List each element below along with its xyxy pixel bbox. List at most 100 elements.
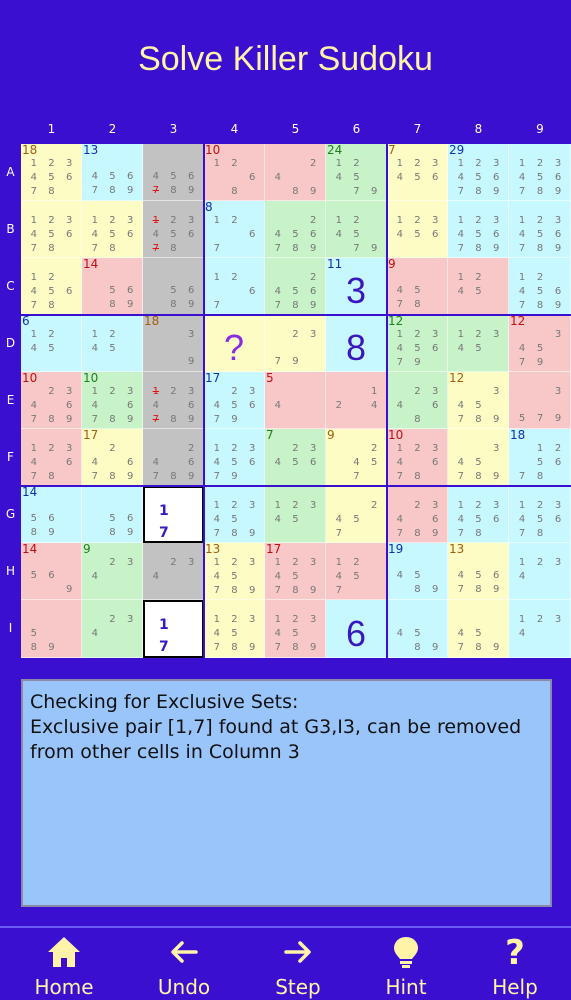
cell-i5[interactable]: 123 45789: [265, 600, 326, 658]
cell-d5[interactable]: 23 79: [265, 315, 326, 372]
cell-b9[interactable]: 123 456 789: [509, 201, 571, 258]
cell-g8[interactable]: 123 456 78: [448, 486, 509, 543]
cell-f4[interactable]: 123 456 79: [204, 429, 265, 486]
cell-a4[interactable]: 10 1 2 6 8: [204, 144, 265, 201]
undo-button[interactable]: Undo: [134, 930, 234, 1000]
candidate: 4: [30, 343, 38, 354]
cell-e9[interactable]: 3 579: [509, 372, 571, 429]
cell-c2[interactable]: 14 5 6 8 9: [82, 258, 143, 315]
cell-a9[interactable]: 123 456 789: [509, 144, 571, 201]
cell-e5[interactable]: 54: [265, 372, 326, 429]
cell-a2[interactable]: 13 4 5 6 7 8 9: [82, 144, 143, 201]
hint-button[interactable]: Hint: [356, 930, 456, 1000]
cell-a7[interactable]: 7123 456: [387, 144, 448, 201]
candidate: 5: [30, 570, 38, 581]
cell-c7[interactable]: 94578: [387, 258, 448, 315]
candidate: 8: [48, 186, 55, 197]
cell-g3[interactable]: 17: [143, 486, 204, 543]
candidate: 2: [292, 557, 299, 568]
cell-d3[interactable]: 18 3 9: [143, 315, 204, 372]
cell-g1[interactable]: 14 5 6 8 9: [21, 486, 82, 543]
cell-i3[interactable]: 17: [143, 600, 204, 658]
cell-g9[interactable]: 123 456 78: [509, 486, 571, 543]
cell-c8[interactable]: 1245: [448, 258, 509, 315]
cell-h5[interactable]: 17 1 2 3 4 5 7 8 9: [265, 543, 326, 600]
cell-b6[interactable]: 1245 79: [326, 201, 387, 258]
cell-c6[interactable]: 11 3: [326, 258, 387, 315]
cell-i7[interactable]: 45 89: [387, 600, 448, 658]
cell-d1[interactable]: 61245: [21, 315, 82, 372]
cell-d9[interactable]: 12 3 4 5 7 9: [509, 315, 571, 372]
cell-f8[interactable]: 3 45789: [448, 429, 509, 486]
cell-b4[interactable]: 8126 7: [204, 201, 265, 258]
cell-d7[interactable]: 12 1 2 3 4 5 6 7 9: [387, 315, 448, 372]
candidate: 2: [231, 443, 238, 454]
cell-e2[interactable]: 10 1 2 3 4 6 7 8 9: [82, 372, 143, 429]
cell-h1[interactable]: 14 5 6 9: [21, 543, 82, 600]
cell-h7[interactable]: 19 4 5 8 9: [387, 543, 448, 600]
cell-h9[interactable]: 123 4: [509, 543, 571, 600]
cell-e1[interactable]: 10 2 3 4 6 7 8 9: [21, 372, 82, 429]
cell-h3[interactable]: 23 4: [143, 543, 204, 600]
cell-b2[interactable]: 123 456 78: [82, 201, 143, 258]
cell-c3[interactable]: 5689: [143, 258, 204, 315]
cell-b1[interactable]: 123 456 78: [21, 201, 82, 258]
step-button[interactable]: Step: [248, 930, 348, 1000]
cell-d6[interactable]: 8: [326, 315, 387, 372]
cell-c1[interactable]: 12456 78: [21, 258, 82, 315]
candidates: 24 6 789: [86, 442, 139, 483]
cell-i9[interactable]: 123 4: [509, 600, 571, 658]
cell-g4[interactable]: 123 45789: [204, 486, 265, 543]
help-button[interactable]: ? Help: [465, 930, 565, 1000]
cell-d8[interactable]: 123 45: [448, 315, 509, 372]
cell-e3[interactable]: 123 4 6 789: [143, 372, 204, 429]
cell-f9[interactable]: 18 1 2 5 6 7 8: [509, 429, 571, 486]
cell-f6[interactable]: 92457: [326, 429, 387, 486]
cell-b8[interactable]: 123 456 789: [448, 201, 509, 258]
cell-i2[interactable]: 23 4: [82, 600, 143, 658]
cell-g6[interactable]: 2 457: [326, 486, 387, 543]
cell-a5[interactable]: 2 489: [265, 144, 326, 201]
cell-b7[interactable]: 123 456: [387, 201, 448, 258]
cell-h6[interactable]: 12457: [326, 543, 387, 600]
candidate: 7: [274, 642, 282, 653]
cell-b3[interactable]: 123 456 78: [143, 201, 204, 258]
cell-f1[interactable]: 123 4 6 78: [21, 429, 82, 486]
cell-a8[interactable]: 29 1 2 3 4 5 6 7 8 9: [448, 144, 509, 201]
cell-f3[interactable]: 2 4 6 789: [143, 429, 204, 486]
cell-f5[interactable]: 7 23 456: [265, 429, 326, 486]
candidate: 8: [475, 471, 482, 482]
cell-c5[interactable]: 2 456 789: [265, 258, 326, 315]
cell-i8[interactable]: 45789: [448, 600, 509, 658]
cell-e6[interactable]: 1 2 4: [326, 372, 387, 429]
cell-c9[interactable]: 12456 789: [509, 258, 571, 315]
cell-i1[interactable]: 5 89: [21, 600, 82, 658]
cell-i6[interactable]: 6: [326, 600, 387, 658]
cell-a1[interactable]: 18 1 2 3 4 5 6 7 8: [21, 144, 82, 201]
cell-h2[interactable]: 9 23 4: [82, 543, 143, 600]
cell-e8[interactable]: 12 3 4 5 7 8 9: [448, 372, 509, 429]
cell-a3[interactable]: 456 789: [143, 144, 204, 201]
cell-i4[interactable]: 123 45789: [204, 600, 265, 658]
candidate: 7: [152, 243, 160, 254]
cell-c4[interactable]: 126 7: [204, 258, 265, 315]
cell-b5[interactable]: 2 456 789: [265, 201, 326, 258]
cell-h4[interactable]: 13 1 2 3 4 5 7 8 9: [204, 543, 265, 600]
cell-g2[interactable]: 5689: [82, 486, 143, 543]
cell-f2[interactable]: 17 2 4 6 7 8 9: [82, 429, 143, 486]
cell-f7[interactable]: 10 1 2 3 4 6 7 8: [387, 429, 448, 486]
cell-g5[interactable]: 123 45: [265, 486, 326, 543]
cell-d4[interactable]: ?: [204, 315, 265, 372]
candidate: [549, 584, 567, 597]
candidate: [426, 242, 444, 255]
cell-g7[interactable]: 23 4 6 789: [387, 486, 448, 543]
cell-h8[interactable]: 13 4 5 6 7 8 9: [448, 543, 509, 600]
cell-e7[interactable]: 23 4 68: [387, 372, 448, 429]
cell-e4[interactable]: 17 2 3 4 5 6 7 9: [204, 372, 265, 429]
candidates: 456 789: [452, 556, 505, 597]
home-button[interactable]: Home: [14, 930, 114, 1000]
candidates: 1245: [452, 271, 505, 312]
cell-a6[interactable]: 24 1 2 4 5 7 9: [326, 144, 387, 201]
candidate: [304, 627, 322, 641]
cell-d2[interactable]: 1245: [82, 315, 143, 372]
